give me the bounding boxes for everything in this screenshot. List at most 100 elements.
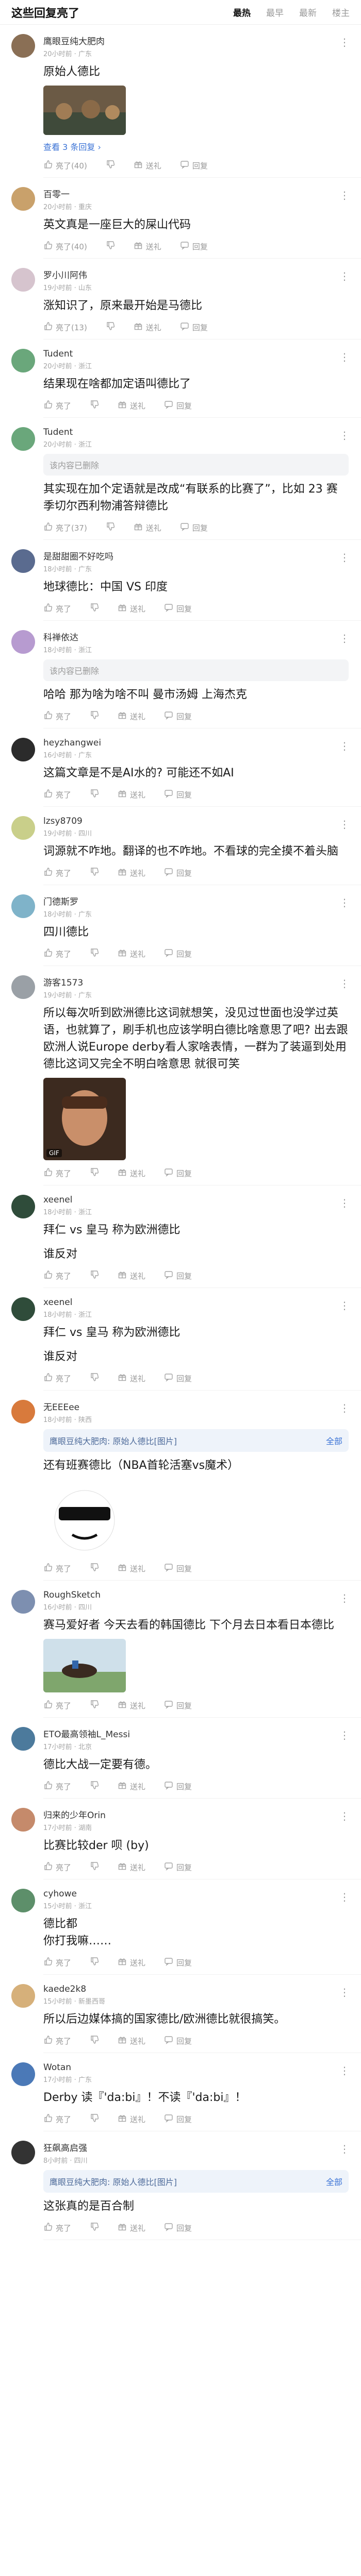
like-button[interactable]: 亮了	[43, 948, 71, 959]
dislike-button[interactable]	[90, 2035, 99, 2046]
reply-button[interactable]: 回复	[164, 1563, 192, 1574]
like-button[interactable]: 亮了	[43, 1957, 71, 1968]
reply-button[interactable]: 回复	[164, 1700, 192, 1711]
like-button[interactable]: 亮了	[43, 1167, 71, 1179]
more-options-icon[interactable]: ⋮	[339, 552, 350, 563]
like-button[interactable]: 亮了	[43, 1563, 71, 1574]
avatar[interactable]	[11, 975, 35, 999]
like-button[interactable]: 亮了(13)	[43, 321, 87, 333]
view-replies-link[interactable]: 查看 3 条回复 ›	[43, 140, 349, 152]
reply-button[interactable]: 回复	[164, 400, 192, 411]
more-options-icon[interactable]: ⋮	[339, 1730, 350, 1740]
gift-button[interactable]: 送礼	[118, 867, 145, 878]
dislike-button[interactable]	[90, 1372, 99, 1384]
avatar[interactable]	[11, 1400, 35, 1423]
reply-button[interactable]: 回复	[164, 789, 192, 800]
dislike-button[interactable]	[90, 1957, 99, 1968]
dislike-button[interactable]	[90, 948, 99, 959]
gift-button[interactable]: 送礼	[118, 789, 145, 800]
quoted-reply[interactable]: 鹰眼豆纯大肥肉: 原始人德比[图片] 全部	[43, 2170, 349, 2193]
username[interactable]: 是甜甜圈不好吃吗	[43, 549, 349, 562]
gift-button[interactable]: 送礼	[118, 1167, 145, 1179]
more-options-icon[interactable]: ⋮	[339, 271, 350, 281]
avatar[interactable]	[11, 349, 35, 372]
avatar[interactable]	[11, 1195, 35, 1218]
like-button[interactable]: 亮了	[43, 1700, 71, 1711]
avatar[interactable]	[11, 549, 35, 573]
reply-button[interactable]: 回复	[164, 1270, 192, 1281]
like-button[interactable]: 亮了	[43, 400, 71, 411]
more-options-icon[interactable]: ⋮	[339, 1300, 350, 1311]
more-options-icon[interactable]: ⋮	[339, 978, 350, 989]
avatar[interactable]	[11, 268, 35, 292]
tab-earliest[interactable]: 最早	[266, 6, 284, 19]
like-button[interactable]: 亮了	[43, 1372, 71, 1384]
reply-button[interactable]: 回复	[180, 321, 208, 333]
more-options-icon[interactable]: ⋮	[339, 1403, 350, 1413]
like-button[interactable]: 亮了(40)	[43, 241, 87, 252]
gift-button[interactable]: 送礼	[118, 1372, 145, 1384]
gift-button[interactable]: 送礼	[118, 400, 145, 411]
more-options-icon[interactable]: ⋮	[339, 633, 350, 643]
like-button[interactable]: 亮了	[43, 710, 71, 722]
username[interactable]: xeenel	[43, 1195, 349, 1205]
avatar[interactable]	[11, 2062, 35, 2086]
reply-button[interactable]: 回复	[164, 2222, 192, 2233]
username[interactable]: 科禅依达	[43, 630, 349, 643]
tab-latest[interactable]: 最新	[299, 6, 317, 19]
gift-button[interactable]: 送礼	[134, 160, 161, 171]
dislike-button[interactable]	[106, 522, 115, 533]
like-button[interactable]: 亮了	[43, 867, 71, 878]
username[interactable]: 归来的少年Orin	[43, 1808, 349, 1821]
avatar[interactable]	[11, 1808, 35, 1832]
more-options-icon[interactable]: ⋮	[339, 430, 350, 440]
dislike-button[interactable]	[90, 2113, 99, 2125]
username[interactable]: 鹰眼豆纯大肥肉	[43, 34, 349, 47]
username[interactable]: Tudent	[43, 427, 349, 437]
avatar[interactable]	[11, 2141, 35, 2164]
username[interactable]: 狂飙高启强	[43, 2141, 349, 2154]
more-options-icon[interactable]: ⋮	[339, 1198, 350, 1208]
gift-button[interactable]: 送礼	[134, 522, 161, 533]
more-options-icon[interactable]: ⋮	[339, 741, 350, 751]
like-button[interactable]: 亮了(37)	[43, 522, 87, 533]
more-options-icon[interactable]: ⋮	[339, 1811, 350, 1821]
like-button[interactable]: 亮了(40)	[43, 160, 87, 171]
username[interactable]: xeenel	[43, 1297, 349, 1308]
reply-button[interactable]: 回复	[164, 1372, 192, 1384]
avatar[interactable]	[11, 34, 35, 58]
dislike-button[interactable]	[90, 867, 99, 878]
dislike-button[interactable]	[90, 1270, 99, 1281]
gift-button[interactable]: 送礼	[134, 321, 161, 333]
avatar[interactable]	[11, 738, 35, 761]
more-options-icon[interactable]: ⋮	[339, 37, 350, 47]
gift-button[interactable]: 送礼	[118, 710, 145, 722]
view-all-link[interactable]: 全部	[326, 2175, 342, 2188]
more-options-icon[interactable]: ⋮	[339, 1987, 350, 1997]
more-options-icon[interactable]: ⋮	[339, 819, 350, 829]
username[interactable]: heyzhangwei	[43, 738, 349, 748]
username[interactable]: 罗小川阿伟	[43, 268, 349, 281]
gift-button[interactable]: 送礼	[118, 1270, 145, 1281]
dislike-button[interactable]	[90, 1167, 99, 1179]
dislike-button[interactable]	[90, 2222, 99, 2233]
gift-button[interactable]: 送礼	[118, 2113, 145, 2125]
username[interactable]: 游客1573	[43, 975, 349, 988]
dislike-button[interactable]	[90, 710, 99, 722]
gift-button[interactable]: 送礼	[118, 948, 145, 959]
dislike-button[interactable]	[90, 789, 99, 800]
username[interactable]: 门德斯罗	[43, 894, 349, 907]
username[interactable]: Wotan	[43, 2062, 349, 2073]
avatar[interactable]	[11, 630, 35, 654]
more-options-icon[interactable]: ⋮	[339, 2065, 350, 2076]
like-button[interactable]: 亮了	[43, 2035, 71, 2046]
comment-meme[interactable]	[43, 1479, 126, 1555]
gift-button[interactable]: 送礼	[118, 603, 145, 614]
more-options-icon[interactable]: ⋮	[339, 352, 350, 362]
reply-button[interactable]: 回复	[180, 160, 208, 171]
gift-button[interactable]: 送礼	[118, 1957, 145, 1968]
dislike-button[interactable]	[90, 400, 99, 411]
gift-button[interactable]: 送礼	[118, 2222, 145, 2233]
username[interactable]: kaede2k8	[43, 1984, 349, 1994]
dislike-button[interactable]	[106, 160, 115, 171]
